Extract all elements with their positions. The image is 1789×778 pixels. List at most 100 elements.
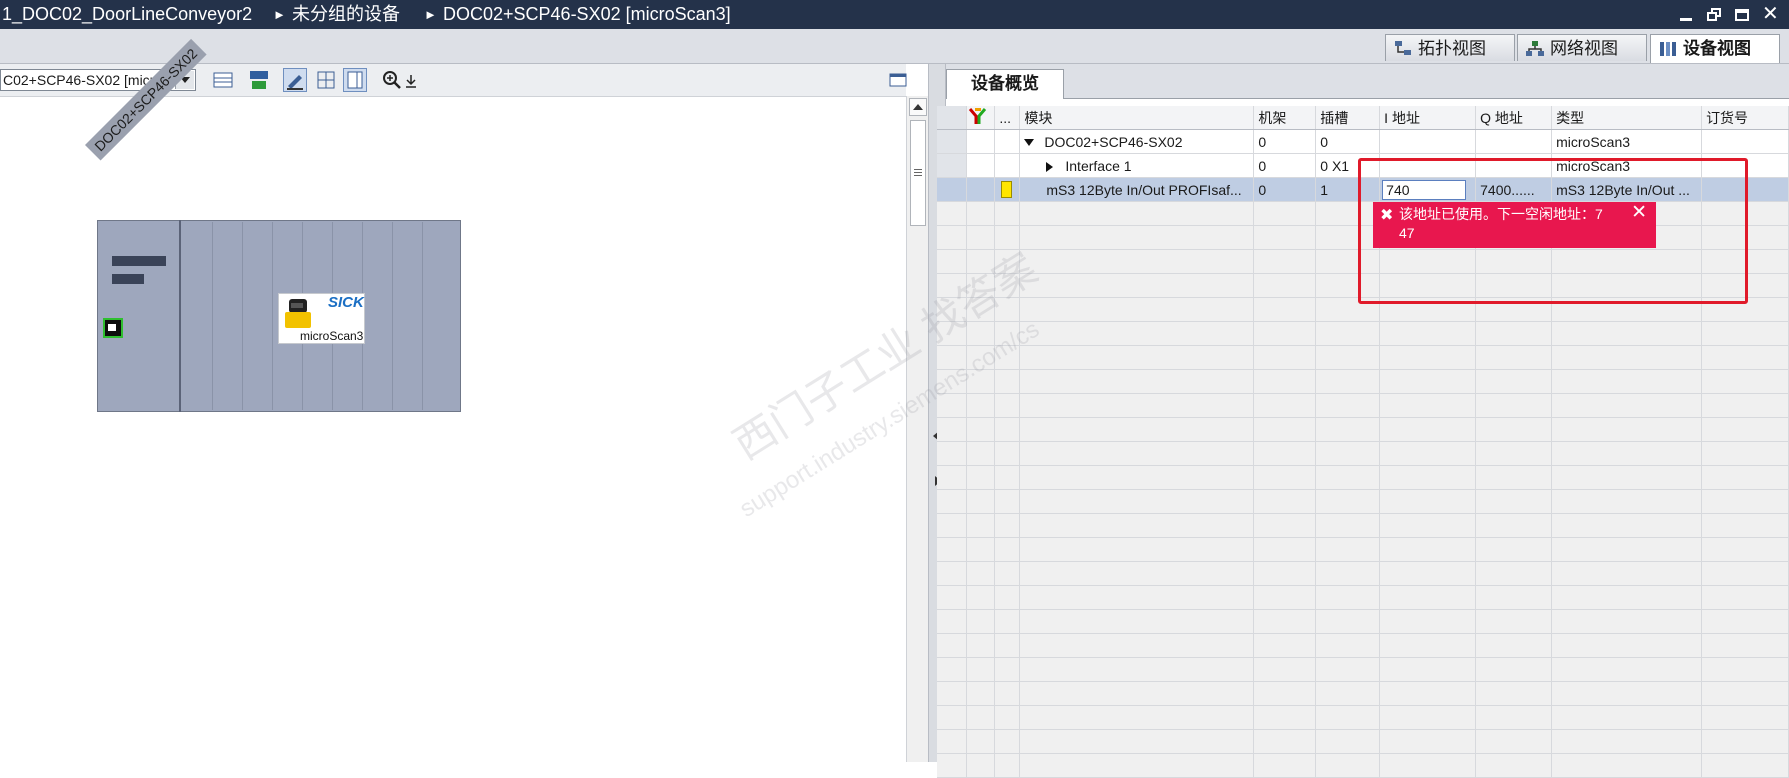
table-row-empty[interactable] xyxy=(937,201,1789,226)
empty-cell xyxy=(994,729,1021,754)
empty-cell xyxy=(1379,441,1477,466)
table-row-empty[interactable] xyxy=(937,489,1789,514)
empty-cell xyxy=(937,561,968,586)
empty-cell xyxy=(1379,513,1477,538)
empty-cell xyxy=(1315,441,1381,466)
table-row-empty[interactable] xyxy=(937,321,1789,346)
table-row-empty[interactable] xyxy=(937,681,1789,706)
i-address-cell[interactable] xyxy=(1379,129,1477,154)
empty-cell xyxy=(1551,321,1703,346)
table-row-empty[interactable] xyxy=(937,249,1789,274)
close-icon[interactable]: ✕ xyxy=(1761,4,1779,24)
i-address-cell[interactable] xyxy=(1379,153,1477,178)
breadcrumb-project[interactable]: 1_DOC02_DoorLineConveyor2 xyxy=(2,0,252,29)
panel-toggle-button[interactable] xyxy=(343,68,367,92)
overview-toggle-button[interactable] xyxy=(888,68,908,92)
grid-toggle-button[interactable] xyxy=(314,68,338,92)
status-cell xyxy=(966,129,996,154)
table-row-empty[interactable] xyxy=(937,225,1789,250)
table-row-empty[interactable] xyxy=(937,729,1789,754)
scroll-up-icon[interactable] xyxy=(909,98,927,116)
empty-cell xyxy=(1379,249,1477,274)
expand-arrow-icon[interactable] xyxy=(1046,161,1054,172)
assign-name-button[interactable] xyxy=(247,68,271,92)
table-row[interactable]: DOC02+SCP46-SX02 0 0 microScan3 xyxy=(937,129,1789,154)
breadcrumb-device[interactable]: DOC02+SCP46-SX02 [microScan3] xyxy=(443,0,731,29)
empty-cell xyxy=(1315,201,1381,226)
empty-cell xyxy=(1701,297,1789,322)
device-toolbar: C02+SCP46-SX02 [microSc xyxy=(0,64,908,97)
table-row-empty[interactable] xyxy=(937,417,1789,442)
table-row-empty[interactable] xyxy=(937,465,1789,490)
table-row-empty[interactable] xyxy=(937,297,1789,322)
empty-cell xyxy=(1253,225,1317,250)
table-row[interactable]: Interface 1 0 0 X1 microScan3 xyxy=(937,153,1789,178)
q-address-cell[interactable] xyxy=(1475,153,1553,178)
close-icon[interactable]: ✕ xyxy=(1631,203,1647,222)
empty-cell xyxy=(1379,633,1477,658)
column-header-more[interactable]: ... xyxy=(994,106,1021,130)
table-row-empty[interactable] xyxy=(937,561,1789,586)
device-properties-button[interactable] xyxy=(211,68,235,92)
empty-cell xyxy=(1551,657,1703,682)
table-row-empty[interactable] xyxy=(937,609,1789,634)
maximize-icon[interactable] xyxy=(1733,6,1751,24)
q-address-cell[interactable]: 7400...... xyxy=(1475,177,1553,202)
draw-mode-button[interactable] xyxy=(283,68,307,92)
empty-cell xyxy=(1475,417,1553,442)
tab-topology-view[interactable]: 拓扑视图 xyxy=(1385,34,1515,61)
table-row-empty[interactable] xyxy=(937,753,1789,778)
table-row-empty[interactable] xyxy=(937,513,1789,538)
empty-cell xyxy=(1475,489,1553,514)
tab-device-overview[interactable]: 设备概览 xyxy=(946,69,1064,99)
module-cell[interactable]: Interface 1 xyxy=(1019,153,1255,178)
scroll-thumb[interactable] xyxy=(910,120,926,226)
breadcrumb-ungrouped[interactable]: 未分组的设备 xyxy=(292,0,400,29)
empty-cell xyxy=(1253,345,1317,370)
module-cell[interactable]: mS3 12Byte In/Out PROFIsaf... xyxy=(1019,177,1255,202)
column-header-type[interactable]: 类型 xyxy=(1551,106,1703,130)
ethernet-port-icon[interactable] xyxy=(103,318,123,338)
head-module[interactable] xyxy=(97,220,181,412)
i-address-input[interactable]: 740 xyxy=(1382,179,1467,200)
column-header-q-address[interactable]: Q 地址 xyxy=(1475,106,1553,130)
type-cell: microScan3 xyxy=(1551,129,1703,154)
column-header-i-address[interactable]: I 地址 xyxy=(1379,106,1477,130)
empty-cell xyxy=(1315,657,1381,682)
table-row-empty[interactable] xyxy=(937,705,1789,730)
minimize-icon[interactable] xyxy=(1677,6,1695,24)
i-address-cell[interactable]: 740 xyxy=(1379,177,1477,202)
table-row-empty[interactable] xyxy=(937,393,1789,418)
zoom-button[interactable] xyxy=(380,68,404,92)
table-row-empty[interactable] xyxy=(937,345,1789,370)
expand-arrow-icon[interactable] xyxy=(1024,139,1035,147)
table-row-empty[interactable] xyxy=(937,633,1789,658)
empty-cell xyxy=(1379,465,1477,490)
table-row-empty[interactable] xyxy=(937,273,1789,298)
table-row-empty[interactable] xyxy=(937,657,1789,682)
zoom-menu-button[interactable] xyxy=(404,68,418,92)
table-row-empty[interactable] xyxy=(937,369,1789,394)
table-row-empty[interactable] xyxy=(937,585,1789,610)
table-row-empty[interactable] xyxy=(937,441,1789,466)
column-header-rack[interactable]: 机架 xyxy=(1253,106,1317,130)
empty-cell xyxy=(1019,345,1255,370)
tab-network-view[interactable]: 网络视图 xyxy=(1517,34,1647,61)
type-cell: mS3 12Byte In/Out ... xyxy=(1551,177,1703,202)
empty-cell xyxy=(1379,321,1477,346)
empty-cell xyxy=(1551,633,1703,658)
column-header-module[interactable]: 模块 xyxy=(1019,106,1255,130)
table-row-empty[interactable] xyxy=(937,537,1789,562)
empty-cell xyxy=(1315,465,1381,490)
canvas-scrollbar[interactable] xyxy=(906,96,929,762)
table-row-selected[interactable]: mS3 12Byte In/Out PROFIsaf... 0 1 740 74… xyxy=(937,177,1789,202)
q-address-cell[interactable] xyxy=(1475,129,1553,154)
column-header-slot[interactable]: 插槽 xyxy=(1315,106,1381,130)
tab-device-view[interactable]: 设备视图 xyxy=(1650,34,1780,63)
empty-cell xyxy=(1701,393,1789,418)
module-cell[interactable]: DOC02+SCP46-SX02 xyxy=(1019,129,1255,154)
column-header-status[interactable] xyxy=(966,106,996,130)
column-header-order-number[interactable]: 订货号 xyxy=(1701,106,1789,130)
empty-cell xyxy=(994,705,1021,730)
restore-icon[interactable] xyxy=(1705,6,1723,24)
